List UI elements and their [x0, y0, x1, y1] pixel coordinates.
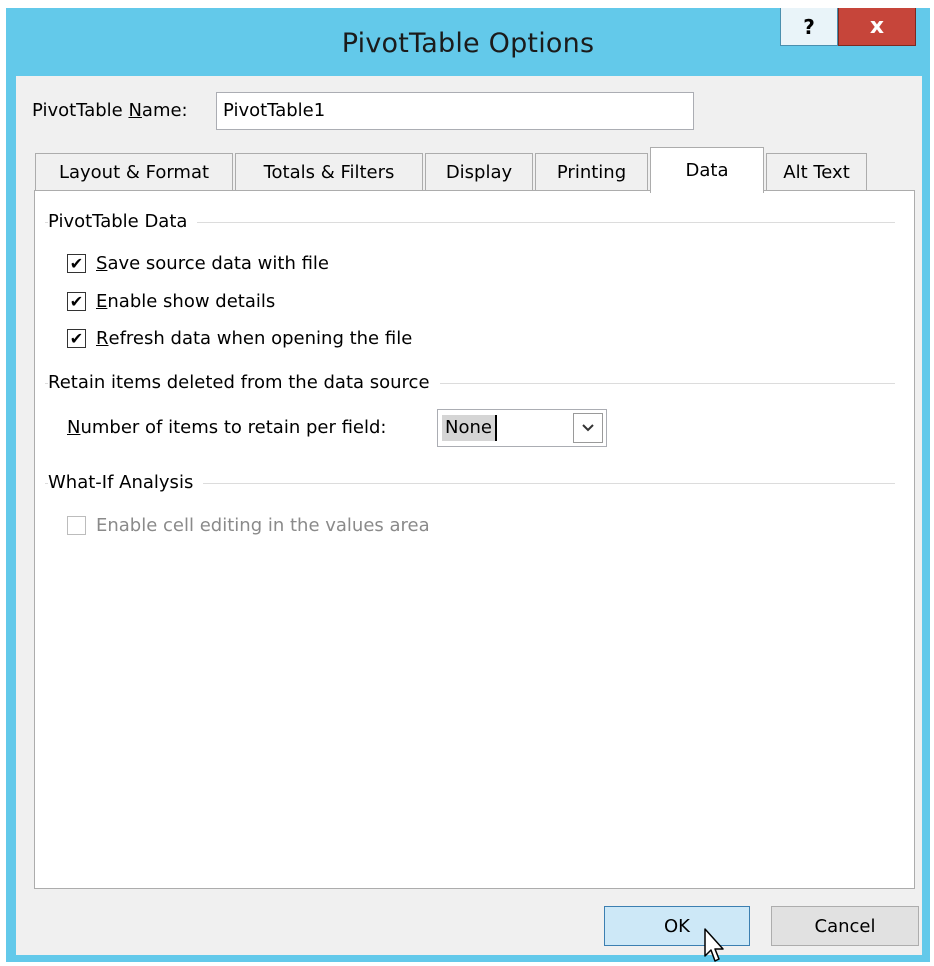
option-accelerator: S: [96, 253, 108, 274]
refresh-on-open-checkbox[interactable]: ✔: [67, 329, 86, 348]
section-title-pivottable-data: PivotTable Data: [48, 211, 198, 232]
tab-totals-filters[interactable]: Totals & Filters: [235, 153, 423, 191]
enable-cell-editing-checkbox: [67, 516, 86, 535]
enable-cell-editing-option: Enable cell editing in the values area: [67, 515, 430, 536]
dialog-body: PivotTable Name: PivotTable1 Layout & Fo…: [16, 76, 922, 955]
option-label: nable show details: [107, 291, 276, 312]
close-button[interactable]: x: [838, 8, 916, 46]
option-accelerator: E: [96, 291, 108, 312]
option-accelerator: R: [96, 328, 109, 349]
option-label: Enable cell editing in the values area: [96, 515, 430, 536]
label-accelerator: N: [67, 417, 81, 438]
chevron-down-icon[interactable]: [573, 413, 603, 443]
refresh-on-open-option[interactable]: ✔ Refresh data when opening the file: [67, 328, 412, 349]
tab-layout-format[interactable]: Layout & Format: [35, 153, 233, 191]
label-text: umber of items to retain per field:: [80, 417, 387, 438]
tab-alt-text[interactable]: Alt Text: [766, 153, 867, 191]
help-button[interactable]: ?: [780, 8, 838, 46]
enable-show-details-checkbox[interactable]: ✔: [67, 292, 86, 311]
retain-items-dropdown[interactable]: None: [437, 409, 607, 447]
ok-button[interactable]: OK: [604, 906, 750, 946]
tab-display[interactable]: Display: [425, 153, 533, 191]
mouse-cursor-icon: [704, 928, 724, 962]
section-title-what-if: What-If Analysis: [48, 472, 204, 493]
cancel-button[interactable]: Cancel: [771, 906, 919, 946]
tab-printing[interactable]: Printing: [535, 153, 648, 191]
pivottable-name-input[interactable]: PivotTable1: [216, 92, 694, 130]
label-text: ame:: [141, 100, 188, 121]
retain-items-label: Number of items to retain per field:: [67, 417, 387, 438]
data-tab-panel: PivotTable Data ✔ Save source data with …: [34, 190, 915, 889]
option-label: efresh data when opening the file: [108, 328, 413, 349]
tab-data[interactable]: Data: [650, 147, 764, 193]
dialog-window: PivotTable Options ? x PivotTable Name: …: [6, 8, 930, 962]
section-title-retain-items: Retain items deleted from the data sourc…: [48, 372, 440, 393]
pivottable-name-label: PivotTable Name:: [32, 100, 188, 121]
save-source-data-option[interactable]: ✔ Save source data with file: [67, 253, 329, 274]
save-source-data-checkbox[interactable]: ✔: [67, 254, 86, 273]
label-text: PivotTable: [32, 100, 129, 121]
label-accelerator: N: [128, 100, 142, 121]
option-label: ave source data with file: [107, 253, 330, 274]
retain-items-value: None: [442, 415, 497, 441]
enable-show-details-option[interactable]: ✔ Enable show details: [67, 291, 275, 312]
